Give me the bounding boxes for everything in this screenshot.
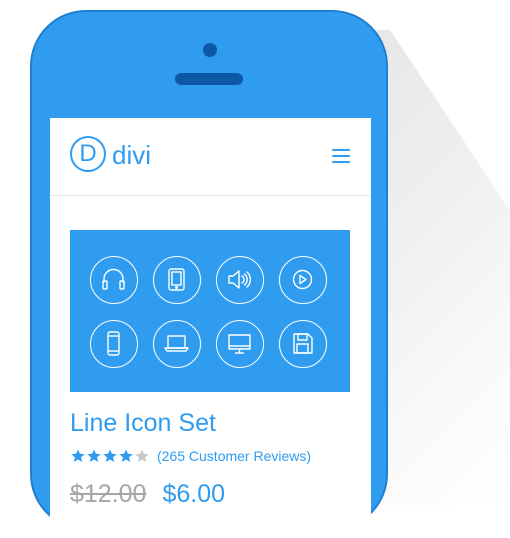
monitor-icon: [216, 320, 264, 368]
star-filled-icon: [119, 449, 133, 462]
phone-frame: D divi Line Icon Set (265 Customer Revie…: [30, 10, 388, 538]
star-filled-icon: [71, 449, 85, 462]
logo-mark[interactable]: D: [70, 136, 106, 172]
phone-camera: [203, 43, 217, 57]
star-empty-icon: [135, 449, 149, 462]
product-image[interactable]: [70, 230, 350, 392]
phone-screen: D divi Line Icon Set (265 Customer Revie…: [50, 118, 371, 538]
speaker-icon: [216, 256, 264, 304]
logo-text[interactable]: divi: [112, 140, 151, 170]
rating-stars: [70, 448, 150, 464]
tablet-icon: [153, 256, 201, 304]
product-rating: (265 Customer Reviews): [70, 446, 311, 466]
product-title[interactable]: Line Icon Set: [70, 408, 216, 438]
phone-speaker: [175, 73, 243, 85]
site-header: D divi: [50, 118, 371, 196]
smartphone-icon: [90, 320, 138, 368]
star-filled-icon: [87, 449, 101, 462]
floppy-disk-icon: [279, 320, 327, 368]
star-filled-icon: [103, 449, 117, 462]
customer-reviews-link[interactable]: (265 Customer Reviews): [157, 448, 311, 464]
hamburger-menu-icon[interactable]: [332, 149, 350, 163]
headphones-icon: [90, 256, 138, 304]
laptop-icon: [153, 320, 201, 368]
play-icon: [279, 256, 327, 304]
